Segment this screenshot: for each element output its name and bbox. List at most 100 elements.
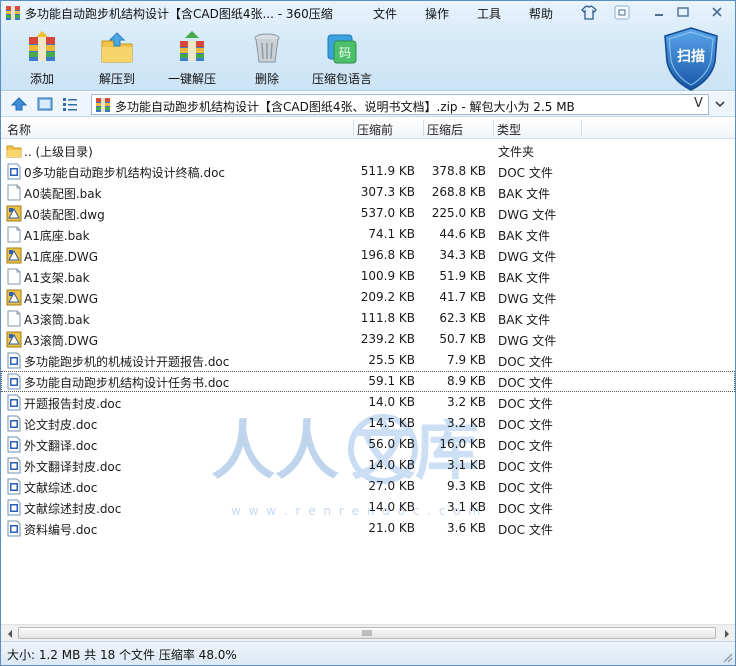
menu-operate[interactable]: 操作 <box>425 5 449 22</box>
one-click-extract-label: 一键解压 <box>167 72 216 86</box>
file-compressed-size: 8.9 KB <box>447 374 486 388</box>
path-text: 多功能自动跑步机结构设计【含CAD图纸4张、说明书文档】.zip - 解包大小为… <box>115 100 575 114</box>
folder-icon <box>6 142 22 159</box>
one-click-extract-button[interactable]: 一键解压 <box>156 31 228 87</box>
file-size: 511.9 KB <box>360 164 415 178</box>
column-header-size[interactable]: 压缩前 <box>357 121 393 138</box>
file-row[interactable]: .. (上级目录) 文件夹 <box>1 140 735 161</box>
file-compressed-size: 9.3 KB <box>447 479 486 493</box>
file-row[interactable]: A0装配图.bak 307.3 KB 268.8 KB BAK 文件 <box>1 182 735 203</box>
scroll-right-icon[interactable] <box>722 628 732 638</box>
file-name: A0装配图.bak <box>24 187 102 201</box>
file-name: 开题报告封皮.doc <box>24 397 122 411</box>
file-compressed-size: 225.0 KB <box>431 206 486 220</box>
large-icon-view-icon[interactable] <box>36 96 54 112</box>
list-view-icon[interactable] <box>61 96 79 112</box>
minimize-icon[interactable] <box>649 4 669 21</box>
file-row[interactable]: 多功能跑步机的机械设计开题报告.doc 25.5 KB 7.9 KB DOC 文件 <box>1 350 735 371</box>
column-header-compressed[interactable]: 压缩后 <box>427 121 463 138</box>
file-compressed-size: 50.7 KB <box>439 332 486 346</box>
file-size: 537.0 KB <box>360 206 415 220</box>
file-type: DOC 文件 <box>498 376 553 390</box>
file-row[interactable]: A0装配图.dwg 537.0 KB 225.0 KB DWG 文件 <box>1 203 735 224</box>
file-row[interactable]: A3滚筒.bak 111.8 KB 62.3 KB BAK 文件 <box>1 308 735 329</box>
file-name: A1支架.bak <box>24 271 90 285</box>
dwg-file-icon <box>6 205 22 222</box>
bak-file-icon <box>6 226 22 243</box>
file-type: DOC 文件 <box>498 502 553 516</box>
column-divider[interactable] <box>423 120 424 136</box>
column-header-type[interactable]: 类型 <box>497 121 521 138</box>
file-row[interactable]: A1底座.DWG 196.8 KB 34.3 KB DWG 文件 <box>1 245 735 266</box>
column-divider[interactable] <box>581 120 582 136</box>
file-compressed-size: 3.2 KB <box>447 395 486 409</box>
file-name: A1底座.DWG <box>24 250 99 264</box>
column-divider[interactable] <box>493 120 494 136</box>
file-compressed-size: 3.1 KB <box>447 500 486 514</box>
archive-language-button[interactable]: 码 压缩包语言 <box>306 31 378 87</box>
file-row[interactable]: 外文翻译封皮.doc 14.0 KB 3.1 KB DOC 文件 <box>1 455 735 476</box>
file-row[interactable]: 文献综述封皮.doc 14.0 KB 3.1 KB DOC 文件 <box>1 497 735 518</box>
archive-language-label: 压缩包语言 <box>311 72 372 86</box>
file-row[interactable]: A3滚筒.DWG 239.2 KB 50.7 KB DWG 文件 <box>1 329 735 350</box>
address-bar: 多功能自动跑步机结构设计【含CAD图纸4张、说明书文档】.zip - 解包大小为… <box>1 92 735 117</box>
file-compressed-size: 7.9 KB <box>447 353 486 367</box>
menu-tools[interactable]: 工具 <box>477 5 501 22</box>
skin-shirt-icon[interactable] <box>579 4 599 21</box>
scan-button[interactable]: 扫描 <box>661 26 721 92</box>
scroll-left-icon[interactable] <box>5 628 15 638</box>
file-type: DOC 文件 <box>498 355 553 369</box>
file-type: DOC 文件 <box>498 523 553 537</box>
doc-file-icon <box>6 520 22 537</box>
doc-file-icon <box>6 415 22 432</box>
doc-file-icon <box>6 352 22 369</box>
file-size: 14.5 KB <box>368 416 415 430</box>
column-header-name[interactable]: 名称 <box>7 121 31 138</box>
delete-button[interactable]: 删除 <box>231 31 303 87</box>
horizontal-scrollbar[interactable] <box>1 624 735 641</box>
file-type: DWG 文件 <box>498 250 557 264</box>
file-row[interactable]: 资料编号.doc 21.0 KB 3.6 KB DOC 文件 <box>1 518 735 539</box>
file-name: 文献综述.doc <box>24 481 98 495</box>
delete-label: 删除 <box>254 72 279 86</box>
svg-text:码: 码 <box>339 46 351 60</box>
path-field[interactable]: 多功能自动跑步机结构设计【含CAD图纸4张、说明书文档】.zip - 解包大小为… <box>91 94 709 115</box>
file-row[interactable]: 多功能自动跑步机结构设计任务书.doc 59.1 KB 8.9 KB DOC 文件 <box>1 371 735 392</box>
chevron-down-icon[interactable] <box>713 97 727 111</box>
file-type: 文件夹 <box>498 145 535 159</box>
doc-file-icon <box>6 478 22 495</box>
file-compressed-size: 3.1 KB <box>447 458 486 472</box>
add-button[interactable]: 添加 <box>6 31 78 87</box>
file-row[interactable]: 论文封皮.doc 14.5 KB 3.2 KB DOC 文件 <box>1 413 735 434</box>
scrollbar-thumb[interactable] <box>18 627 716 639</box>
archive-language-icon: 码 <box>325 31 359 65</box>
file-name: 多功能跑步机的机械设计开题报告.doc <box>24 355 230 369</box>
file-row[interactable]: 开题报告封皮.doc 14.0 KB 3.2 KB DOC 文件 <box>1 392 735 413</box>
menu-file[interactable]: 文件 <box>373 5 397 22</box>
menu-help[interactable]: 帮助 <box>529 5 553 22</box>
dwg-file-icon <box>6 247 22 264</box>
maximize-icon[interactable] <box>673 4 693 21</box>
file-row[interactable]: 0多功能自动跑步机结构设计终稿.doc 511.9 KB 378.8 KB DOC 文… <box>1 161 735 182</box>
dwg-file-icon <box>6 289 22 306</box>
file-row[interactable]: A1底座.bak 74.1 KB 44.6 KB BAK 文件 <box>1 224 735 245</box>
file-type: DWG 文件 <box>498 334 557 348</box>
file-row[interactable]: 文献综述.doc 27.0 KB 9.3 KB DOC 文件 <box>1 476 735 497</box>
up-arrow-icon[interactable] <box>10 96 28 112</box>
status-text: 大小: 1.2 MB 共 18 个文件 压缩率 48.0% <box>7 648 237 662</box>
column-divider[interactable] <box>353 120 354 136</box>
file-name: 外文翻译封皮.doc <box>24 460 122 474</box>
trash-bin-icon <box>250 31 284 65</box>
close-icon[interactable] <box>707 4 727 21</box>
add-label: 添加 <box>29 72 54 86</box>
file-size: 27.0 KB <box>368 479 415 493</box>
restore-small-icon[interactable] <box>612 4 632 21</box>
resize-grip-icon[interactable] <box>721 651 733 663</box>
file-row[interactable]: 外文翻译.doc 56.0 KB 16.0 KB DOC 文件 <box>1 434 735 455</box>
file-row[interactable]: A1支架.DWG 209.2 KB 41.7 KB DWG 文件 <box>1 287 735 308</box>
extract-to-button[interactable]: 解压到 <box>81 31 153 87</box>
file-row[interactable]: A1支架.bak 100.9 KB 51.9 KB BAK 文件 <box>1 266 735 287</box>
file-name: 论文封皮.doc <box>24 418 98 432</box>
extract-to-folder-icon <box>100 31 134 65</box>
bak-file-icon <box>6 184 22 201</box>
